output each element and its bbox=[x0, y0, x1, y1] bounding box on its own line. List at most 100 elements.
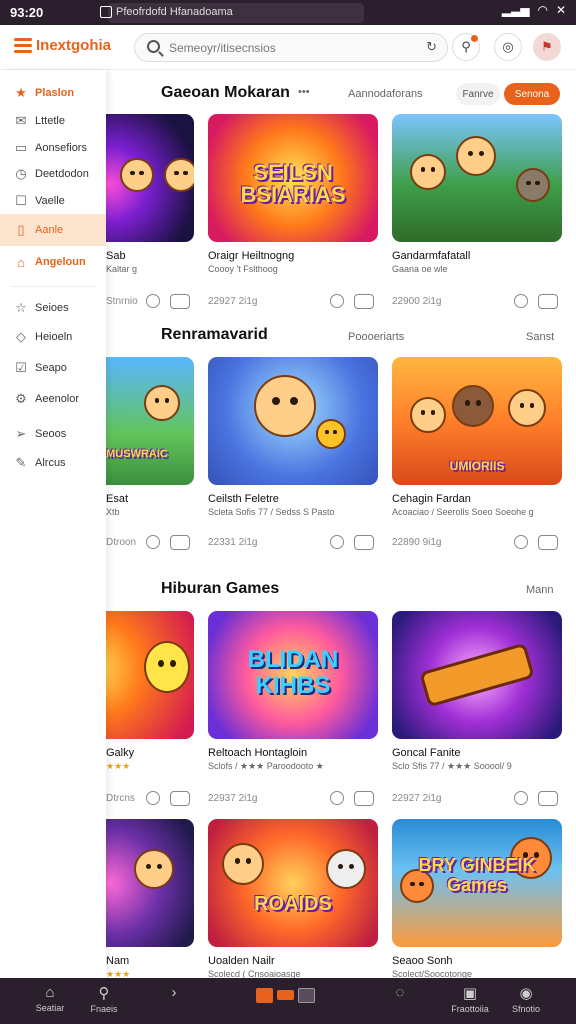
like-icon[interactable] bbox=[330, 535, 344, 549]
card-footer: Stnrnio bbox=[106, 294, 194, 312]
game-thumbnail bbox=[208, 357, 378, 485]
section-link[interactable]: Aannodaforans bbox=[348, 88, 423, 100]
like-icon[interactable] bbox=[146, 791, 160, 805]
nav-bag[interactable]: ▣ Fraottoiia bbox=[440, 984, 500, 1014]
menu-icon[interactable] bbox=[14, 38, 32, 53]
like-icon[interactable] bbox=[330, 791, 344, 805]
sidebar-item-8[interactable]: ◇ Heioeln bbox=[0, 323, 106, 351]
character-image bbox=[144, 385, 180, 421]
sidebar-item-3[interactable]: ◷ Deetdodon bbox=[0, 160, 106, 188]
nav-info[interactable]: ◌ bbox=[370, 984, 430, 1003]
app-logo[interactable]: Inextgohia bbox=[36, 37, 111, 54]
app-header: Inextgohia Semeoyr/itisecnsios ↻ ⚲ ◎ ⚑ bbox=[0, 25, 576, 70]
filter-button[interactable]: Fanrve bbox=[456, 83, 500, 105]
game-card[interactable]: BRY GINBEIK Games Seaoo Sonh Scolect/Soo… bbox=[392, 819, 562, 978]
notification-badge bbox=[471, 35, 478, 42]
share-icon[interactable] bbox=[170, 535, 190, 550]
sort-button[interactable]: Senona bbox=[504, 83, 560, 105]
card-footer: 22890 9i1g bbox=[392, 535, 562, 553]
bag-icon: ▣ bbox=[462, 985, 478, 1002]
game-card[interactable]: UMIORIIS Cehagin Fardan Acoaciao / Seero… bbox=[392, 357, 562, 550]
sidebar-item-4[interactable]: ☐ Vaelle bbox=[0, 187, 106, 215]
play-count: 22927 2i1g bbox=[208, 296, 258, 307]
sidebar-item-label: Vaelle bbox=[35, 195, 65, 207]
game-thumbnail bbox=[106, 819, 194, 947]
tab-icon bbox=[256, 988, 273, 1003]
game-card[interactable]: Nam ★★★ bbox=[106, 819, 194, 978]
share-icon[interactable] bbox=[170, 791, 190, 806]
sidebar-item-7[interactable]: ☆ Seioes bbox=[0, 294, 106, 322]
nav-search[interactable]: ⚲ Fnaeis bbox=[74, 984, 134, 1014]
game-thumbnail: MUSWRAIC bbox=[106, 357, 194, 485]
game-thumbnail: BRY GINBEIK Games bbox=[392, 819, 562, 947]
share-icon[interactable] bbox=[538, 791, 558, 806]
search-input[interactable]: Semeoyr/itisecnsios bbox=[169, 41, 276, 55]
reload-icon[interactable]: ↻ bbox=[426, 39, 437, 55]
game-card[interactable]: ROAIDS Uoalden Nailr Scolecd ( Cnsoaioas… bbox=[208, 819, 378, 978]
share-icon[interactable] bbox=[538, 294, 558, 309]
play-count: 22331 2i1g bbox=[208, 537, 258, 548]
signal-icon: ▂▃▅ bbox=[501, 3, 530, 17]
sidebar-item-0[interactable]: ★ Plaslon bbox=[0, 79, 106, 107]
url-bar[interactable]: Pfeofrdofd Hfanadoama bbox=[108, 2, 364, 23]
user-icon: ◉ bbox=[519, 985, 533, 1002]
sidebar-item-12[interactable]: ✎ Alrcus bbox=[0, 449, 106, 477]
play-count: Dtrcns bbox=[106, 793, 135, 804]
nav-label: Sfnotio bbox=[511, 1004, 541, 1014]
bag-icon: ◎ bbox=[502, 39, 514, 54]
game-title: Cehagin Fardan bbox=[392, 493, 471, 505]
game-card[interactable]: BLIDAN KIHBS Reltoach Hontagloin Sclofs … bbox=[208, 611, 378, 806]
character-image bbox=[410, 154, 446, 190]
sidebar-item-5[interactable]: ▯ Aanle bbox=[0, 214, 106, 246]
sidebar-item-11[interactable]: ➢ Seoos bbox=[0, 420, 106, 448]
avatar[interactable]: ⚑ bbox=[533, 33, 561, 61]
game-card[interactable]: MUSWRAIC Esat Xtb Dtroon bbox=[106, 357, 194, 550]
bag-button[interactable]: ◎ bbox=[494, 33, 522, 61]
sidebar-item-10[interactable]: ⚙ Aeenolor bbox=[0, 385, 106, 413]
like-icon[interactable] bbox=[514, 535, 528, 549]
sidebar-item-2[interactable]: ▭ Aonsefiors bbox=[0, 134, 106, 162]
search-bar[interactable]: Semeoyr/itisecnsios ↻ bbox=[134, 33, 448, 62]
like-icon[interactable] bbox=[146, 294, 160, 308]
nav-profile[interactable]: ◉ Sfnotio bbox=[496, 984, 556, 1014]
game-card[interactable]: Ceilsth Feletre Scleta Sofis 77 / Sedss … bbox=[208, 357, 378, 550]
tab-switcher[interactable] bbox=[256, 988, 315, 1003]
share-icon[interactable] bbox=[354, 535, 374, 550]
see-all-link[interactable]: Mann bbox=[526, 584, 554, 596]
card-footer: Dtroon bbox=[106, 535, 194, 553]
game-card[interactable]: Sab Kaltar g Stnrnio bbox=[106, 114, 194, 309]
share-icon[interactable] bbox=[538, 535, 558, 550]
character-image bbox=[452, 385, 494, 427]
gear-icon: ⚙ bbox=[15, 391, 27, 406]
file-icon: ▯ bbox=[17, 222, 25, 237]
game-card[interactable]: Goncal Fanite Sclo Sfis 77 / ★★★ Sooool/… bbox=[392, 611, 562, 806]
like-icon[interactable] bbox=[146, 535, 160, 549]
check-icon: ☑ bbox=[15, 360, 27, 375]
game-card[interactable]: Gandarmfafatall Gaana oe wle 22900 2i1g bbox=[392, 114, 562, 309]
game-title: Nam bbox=[106, 955, 130, 967]
square-icon: ☐ bbox=[15, 193, 27, 208]
game-card[interactable]: Galky ★★★ Dtrcns bbox=[106, 611, 194, 806]
nav-forward[interactable]: › bbox=[144, 984, 204, 1003]
section-link[interactable]: Poooeriarts bbox=[348, 331, 404, 343]
game-title: Esat bbox=[106, 493, 129, 505]
tab-icon[interactable] bbox=[100, 6, 112, 18]
card-footer: 22927 2i1g bbox=[392, 791, 562, 809]
like-icon[interactable] bbox=[330, 294, 344, 308]
sidebar-item-9[interactable]: ☑ Seapo bbox=[0, 354, 106, 382]
share-icon[interactable] bbox=[354, 791, 374, 806]
notification-button[interactable]: ⚲ bbox=[452, 33, 480, 61]
like-icon[interactable] bbox=[514, 791, 528, 805]
game-card[interactable]: SEILSN BSIARIAS Oraigr Heiltnogng Coooy … bbox=[208, 114, 378, 309]
character-image bbox=[120, 158, 154, 192]
nav-home[interactable]: ⌂ Seatiar bbox=[20, 984, 80, 1013]
like-icon[interactable] bbox=[514, 294, 528, 308]
close-icon[interactable]: ✕ bbox=[556, 3, 566, 17]
more-options-icon[interactable]: ••• bbox=[298, 86, 310, 98]
sidebar-item-6[interactable]: ⌂ Angeloun bbox=[0, 248, 106, 276]
game-subtitle: Kaltar g bbox=[106, 264, 138, 274]
see-all-link[interactable]: Sanst bbox=[526, 331, 554, 343]
share-icon[interactable] bbox=[354, 294, 374, 309]
sidebar-item-1[interactable]: ✉ Lttetle bbox=[0, 107, 106, 135]
share-icon[interactable] bbox=[170, 294, 190, 309]
